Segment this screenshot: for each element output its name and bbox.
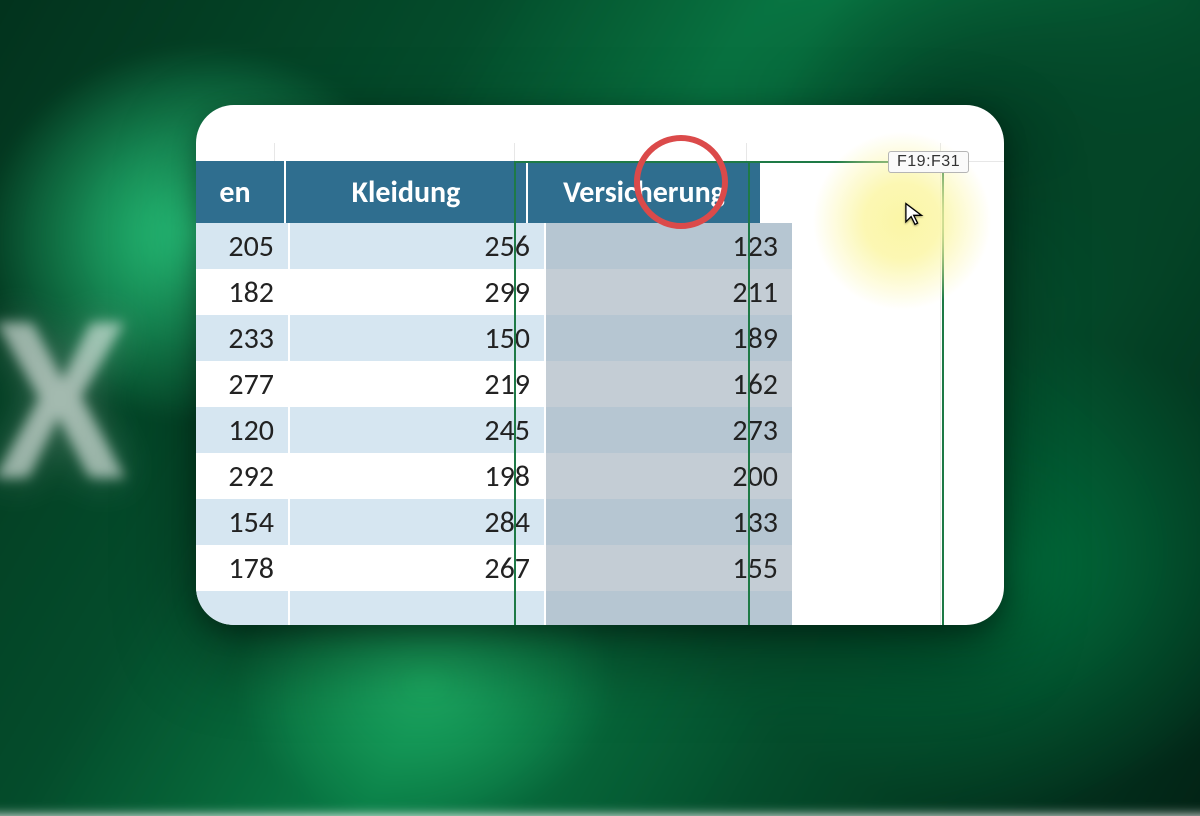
excel-logo-hint: X <box>0 250 116 543</box>
cell[interactable]: 198 <box>290 453 546 499</box>
cell-selected[interactable]: 200 <box>546 453 794 499</box>
cell-selected[interactable]: 133 <box>546 499 794 545</box>
table-header[interactable]: en Kleidung Versicherung <box>196 161 762 223</box>
table-row[interactable]: 277 219 162 <box>196 361 794 407</box>
cell-selected[interactable]: 211 <box>546 269 794 315</box>
cell-selected[interactable]: 273 <box>546 407 794 453</box>
cell[interactable]: 256 <box>290 223 546 269</box>
header-col-1-partial[interactable]: en <box>196 161 286 223</box>
table-row[interactable]: 205 256 123 <box>196 223 794 269</box>
cell[interactable]: 284 <box>290 499 546 545</box>
cell-selected[interactable] <box>546 591 794 625</box>
header-col-kleidung[interactable]: Kleidung <box>286 161 528 223</box>
row-above-header <box>196 143 1004 161</box>
table-row[interactable]: 292 198 200 <box>196 453 794 499</box>
cell[interactable]: 292 <box>196 453 290 499</box>
table-row[interactable]: 178 267 155 <box>196 545 794 591</box>
table-row[interactable]: 154 284 133 <box>196 499 794 545</box>
cell-selected[interactable]: 162 <box>546 361 794 407</box>
cell[interactable] <box>196 591 290 625</box>
table-row[interactable]: 182 299 211 <box>196 269 794 315</box>
cell[interactable]: 182 <box>196 269 290 315</box>
cell[interactable]: 120 <box>196 407 290 453</box>
table-row[interactable]: 120 245 273 <box>196 407 794 453</box>
table-row[interactable]: 233 150 189 <box>196 315 794 361</box>
cell[interactable]: 267 <box>290 545 546 591</box>
cell-selected[interactable]: 123 <box>546 223 794 269</box>
cell[interactable]: 219 <box>290 361 546 407</box>
range-tooltip: F19:F31 <box>888 151 969 173</box>
cell[interactable]: 154 <box>196 499 290 545</box>
cell[interactable] <box>290 591 546 625</box>
screenshot-card: en Kleidung Versicherung 205 256 123 182… <box>196 105 1004 625</box>
cell[interactable]: 245 <box>290 407 546 453</box>
cell[interactable]: 277 <box>196 361 290 407</box>
cell-selected[interactable]: 155 <box>546 545 794 591</box>
cell[interactable]: 233 <box>196 315 290 361</box>
cell[interactable]: 150 <box>290 315 546 361</box>
table-row[interactable] <box>196 591 794 625</box>
cell[interactable]: 299 <box>290 269 546 315</box>
cell[interactable]: 178 <box>196 545 290 591</box>
cell[interactable]: 205 <box>196 223 290 269</box>
table-body: 205 256 123 182 299 211 233 150 189 277 … <box>196 223 794 625</box>
cell-selected[interactable]: 189 <box>546 315 794 361</box>
header-col-versicherung[interactable]: Versicherung <box>528 161 762 223</box>
